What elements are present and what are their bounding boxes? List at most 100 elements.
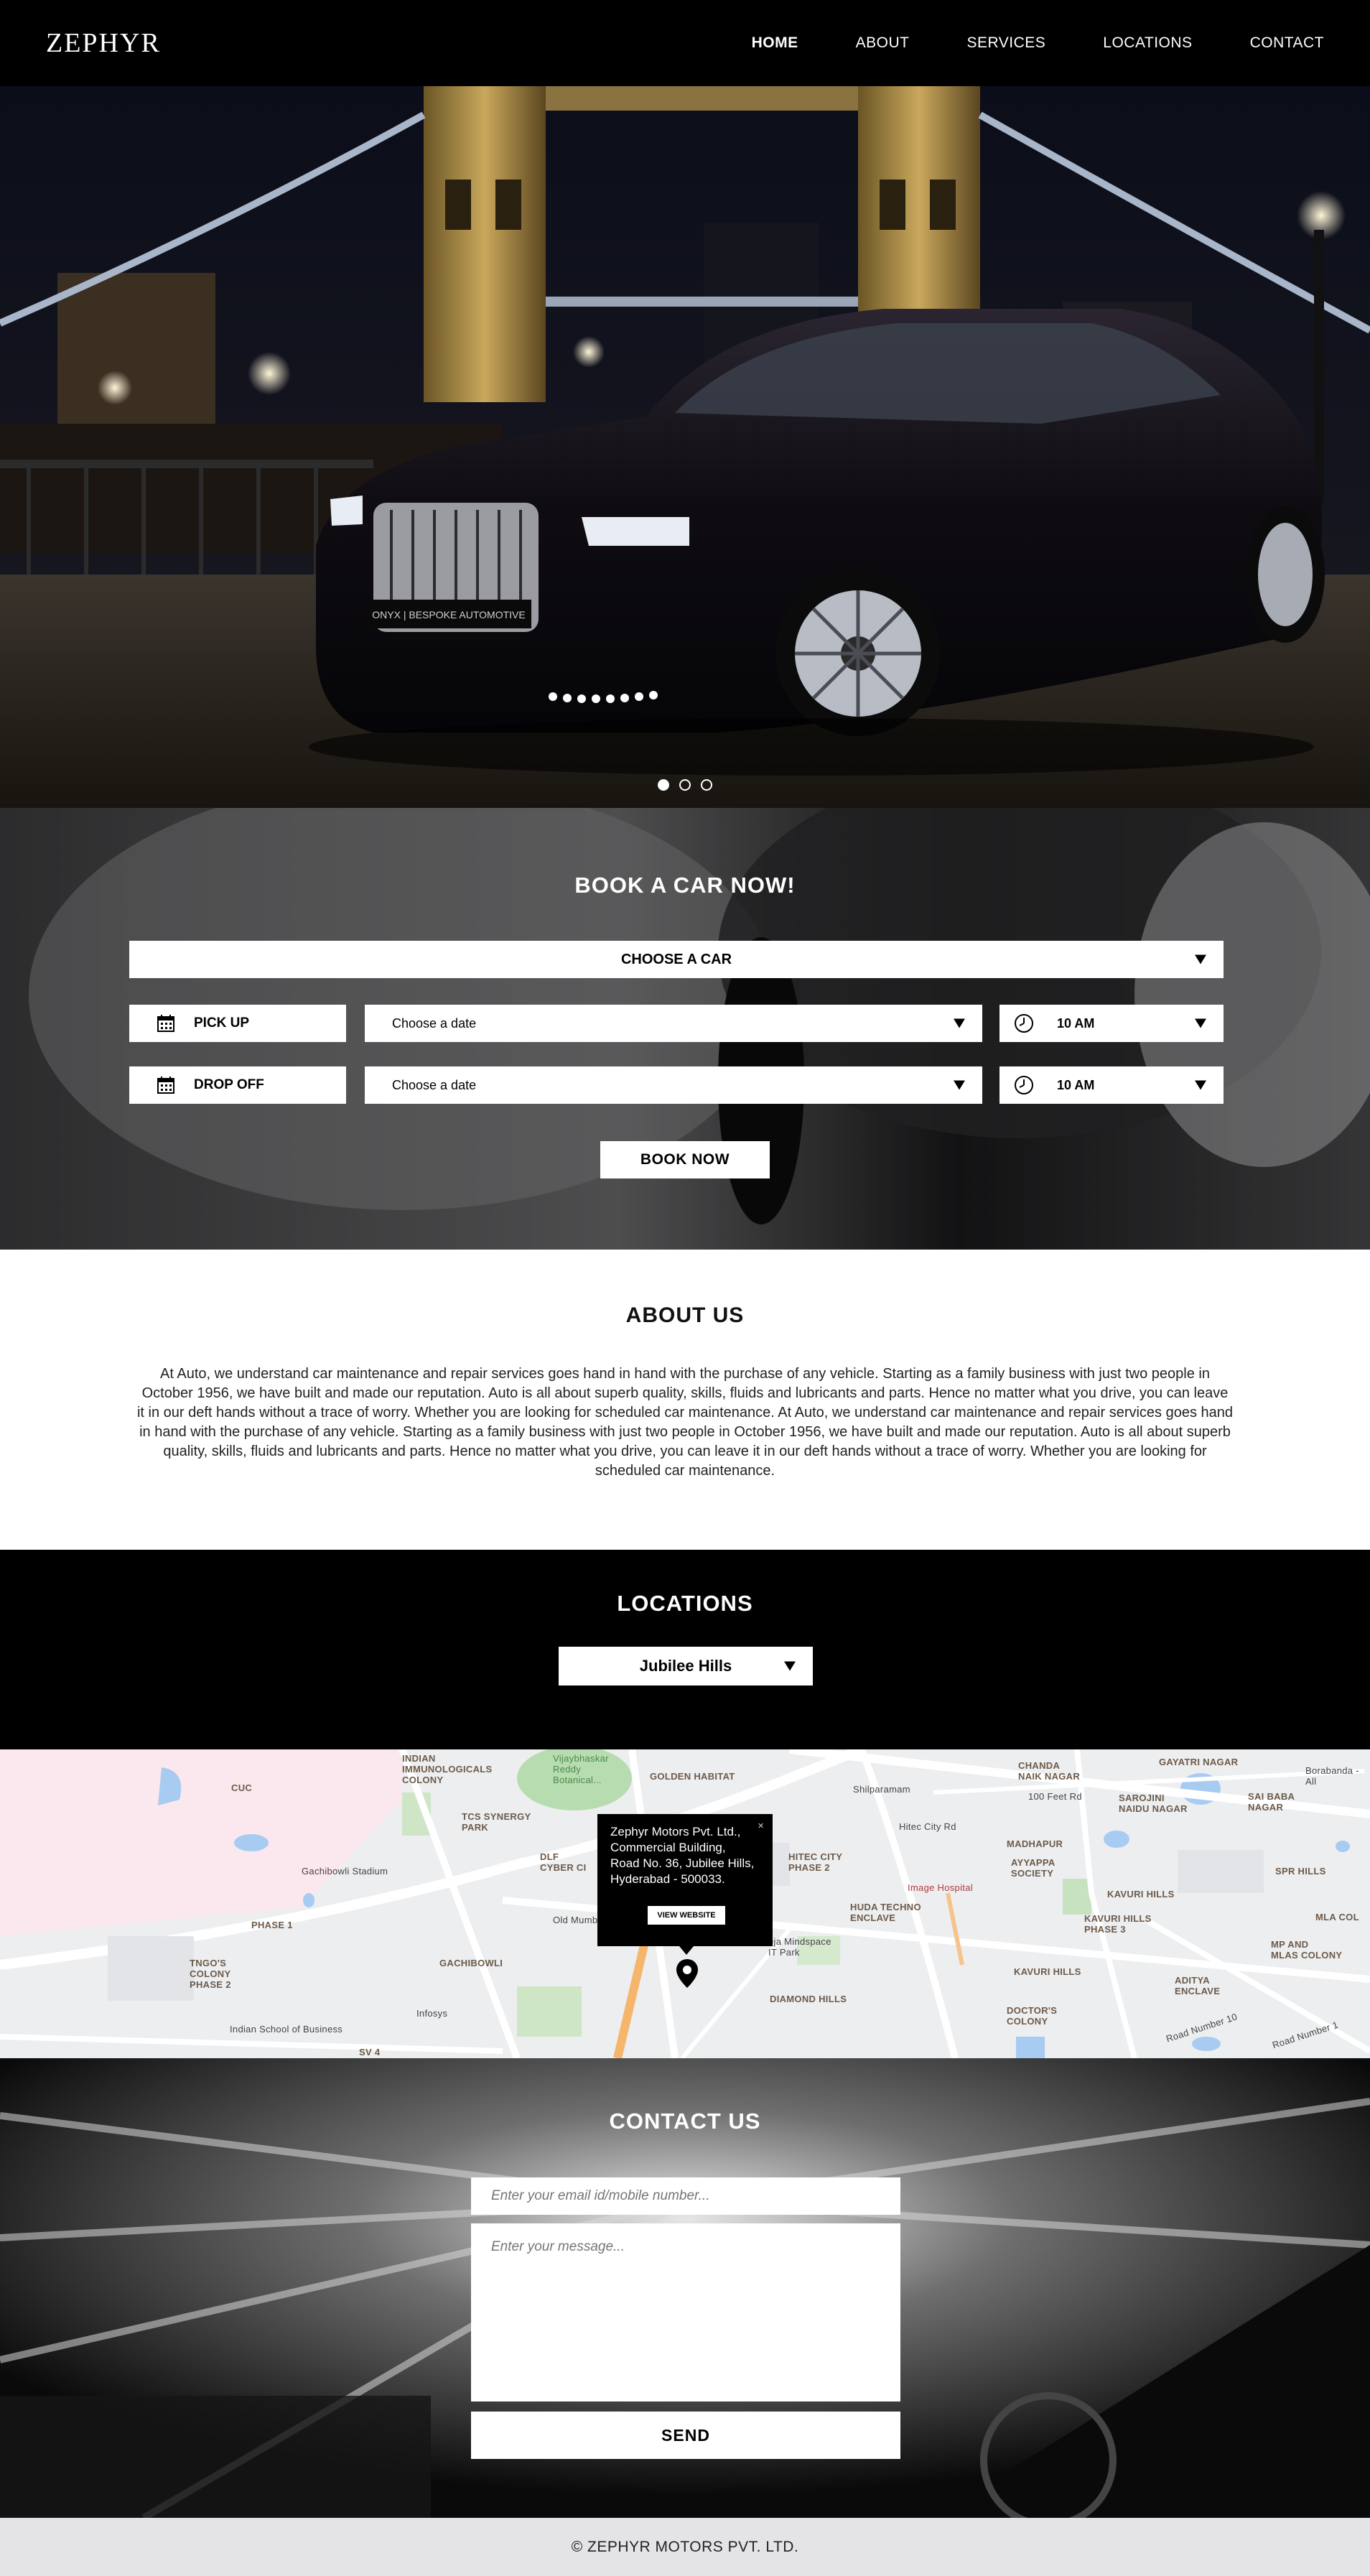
choose-car-label: CHOOSE A CAR — [620, 951, 732, 967]
calendar-icon — [157, 1077, 174, 1094]
map-label: AYYAPPA SOCIETY — [1011, 1857, 1056, 1879]
about-text: At Auto, we understand car maintenance a… — [136, 1366, 1234, 1479]
map-label: GAYATRI NAGAR — [1159, 1757, 1239, 1767]
map-label: DOCTOR'S COLONY — [1007, 2005, 1058, 2027]
map-label: KAVURI HILLS PHASE 3 — [1084, 1913, 1152, 1935]
map-label: INDIAN IMMUNOLOGICALS COLONY — [402, 1753, 493, 1785]
dropoff-row: DROP OFF Choose a date 10 AM — [129, 1066, 1224, 1104]
info-line-3: Road No. 36, Jubilee Hills, — [610, 1856, 755, 1870]
map-label: Gachibowli Stadium — [302, 1866, 388, 1877]
chevron-down-icon — [1195, 1080, 1206, 1090]
contact-title: CONTACT US — [609, 2108, 761, 2134]
dropoff-date-dropdown[interactable]: Choose a date — [365, 1066, 982, 1104]
top-navigation: ZEPHYR HOME ABOUT SERVICES LOCATIONS CON… — [0, 0, 1370, 86]
map-label: Infosys — [416, 2008, 448, 2019]
map-label: DIAMOND HILLS — [770, 1994, 847, 2004]
clock-icon — [1015, 1014, 1033, 1033]
map-label: Borabanda - All — [1305, 1765, 1359, 1787]
footer-copyright: © ZEPHYR MOTORS PVT. LTD. — [571, 2538, 799, 2555]
calendar-icon — [157, 1015, 174, 1032]
map-pin-icon[interactable] — [675, 1958, 699, 1989]
send-button[interactable]: SEND — [471, 2412, 900, 2459]
map-label: CUC — [231, 1782, 253, 1793]
locations-section: LOCATIONS Jubilee Hills — [0, 1550, 1370, 1749]
dropoff-label: DROP OFF — [194, 1077, 264, 1092]
view-website-button[interactable]: VIEW WEBSITE — [648, 1906, 725, 1925]
slider-dot-3[interactable] — [701, 779, 712, 791]
hero-slider: ONYX | BESPOKE AUTOMOTIVE — [0, 86, 1370, 808]
dropoff-date-placeholder: Choose a date — [392, 1077, 477, 1092]
location-map[interactable]: CUC INDIAN IMMUNOLOGICALS COLONY Vijaybh… — [0, 1749, 1370, 2058]
map-label: Shilparamam — [853, 1784, 910, 1795]
choose-car-dropdown[interactable]: CHOOSE A CAR — [129, 941, 1224, 978]
chevron-down-icon — [954, 1080, 965, 1090]
chevron-down-icon — [1195, 1018, 1206, 1028]
slider-dot-2[interactable] — [679, 779, 691, 791]
chevron-down-icon — [954, 1018, 965, 1028]
map-label: 100 Feet Rd — [1028, 1791, 1082, 1802]
map-label: HITEC CITY PHASE 2 — [788, 1851, 843, 1873]
map-label: Vijaybhaskar Reddy Botanical... — [553, 1753, 609, 1785]
pickup-time-value: 10 AM — [1057, 1015, 1095, 1031]
message-field[interactable] — [471, 2223, 900, 2401]
chevron-down-icon — [784, 1661, 796, 1671]
info-line-1: Zephyr Motors Pvt. Ltd., — [610, 1825, 741, 1838]
car-badge-text: ONYX | BESPOKE AUTOMOTIVE — [372, 609, 525, 620]
slider-dots — [0, 779, 1370, 791]
map-label: GACHIBOWLI — [439, 1958, 503, 1968]
map-label: CHANDA NAIK NAGAR — [1018, 1760, 1081, 1782]
map-label: SAROJINI NAIDU NAGAR — [1119, 1792, 1188, 1814]
map-label: SAI BABA NAGAR — [1248, 1791, 1295, 1813]
slider-dot-1[interactable] — [658, 779, 669, 791]
hero-image: ONYX | BESPOKE AUTOMOTIVE — [0, 86, 1370, 808]
nav-links: HOME ABOUT SERVICES LOCATIONS CONTACT — [752, 34, 1324, 52]
dropoff-time-dropdown[interactable]: 10 AM — [999, 1066, 1224, 1104]
location-dropdown[interactable]: Jubilee Hills — [559, 1647, 813, 1685]
pickup-row: PICK UP Choose a date 10 AM — [129, 1005, 1224, 1042]
nav-link-locations[interactable]: LOCATIONS — [1103, 34, 1192, 52]
map-label: KAVURI HILLS — [1014, 1966, 1081, 1977]
map-label: KAVURI HILLS — [1107, 1889, 1175, 1900]
dropoff-label-box: DROP OFF — [129, 1066, 346, 1104]
booking-section: BOOK A CAR NOW! CHOOSE A CAR PICK UP Cho… — [0, 808, 1370, 1250]
map-label: SV 4 — [359, 2047, 381, 2057]
nav-link-home[interactable]: HOME — [752, 34, 798, 52]
locations-title: LOCATIONS — [617, 1591, 753, 1616]
pickup-date-dropdown[interactable]: Choose a date — [365, 1005, 982, 1042]
map-label: PHASE 1 — [251, 1920, 293, 1930]
map-label: TCS SYNERGY PARK — [462, 1811, 531, 1833]
pickup-date-placeholder: Choose a date — [392, 1015, 477, 1031]
info-line-2: Commercial Building, — [610, 1841, 726, 1854]
map-label: MP AND MLAS COLONY — [1271, 1939, 1343, 1961]
site-logo[interactable]: ZEPHYR — [46, 27, 161, 59]
map-label: MLA COL — [1315, 1912, 1359, 1922]
map-label: TNGO'S COLONY PHASE 2 — [190, 1958, 231, 1990]
close-icon[interactable]: × — [758, 1818, 764, 1834]
dropoff-time-value: 10 AM — [1057, 1077, 1095, 1092]
map-label: HUDA TECHNO ENCLAVE — [850, 1902, 921, 1923]
nav-link-about[interactable]: ABOUT — [856, 34, 910, 52]
pickup-label: PICK UP — [194, 1015, 250, 1031]
map-label: eja Mindspace IT Park — [768, 1936, 831, 1958]
pickup-label-box: PICK UP — [129, 1005, 346, 1042]
about-title: ABOUT US — [625, 1303, 745, 1327]
map-info-window: × Zephyr Motors Pvt. Ltd., Commercial Bu… — [597, 1814, 773, 1946]
info-line-4: Hyderabad - 500033. — [610, 1872, 725, 1886]
email-field[interactable] — [471, 2177, 900, 2215]
nav-link-services[interactable]: SERVICES — [966, 34, 1045, 52]
map-label: DLF CYBER CI — [540, 1851, 587, 1873]
map-label: ADITYA ENCLAVE — [1175, 1975, 1221, 1996]
map-label: GOLDEN HABITAT — [650, 1771, 735, 1782]
footer: © ZEPHYR MOTORS PVT. LTD. — [0, 2518, 1370, 2576]
location-selected: Jubilee Hills — [639, 1657, 732, 1675]
book-now-button[interactable]: BOOK NOW — [600, 1141, 770, 1178]
clock-icon — [1015, 1076, 1033, 1094]
contact-section: CONTACT US SEND — [0, 2058, 1370, 2518]
map-label: Indian School of Business — [230, 2024, 343, 2035]
map-label: SPR HILLS — [1275, 1866, 1326, 1877]
map-label: Hitec City Rd — [899, 1821, 956, 1832]
booking-title: BOOK A CAR NOW! — [574, 873, 796, 898]
about-section: ABOUT US At Auto, we understand car main… — [0, 1250, 1370, 1550]
nav-link-contact[interactable]: CONTACT — [1250, 34, 1324, 52]
pickup-time-dropdown[interactable]: 10 AM — [999, 1005, 1224, 1042]
